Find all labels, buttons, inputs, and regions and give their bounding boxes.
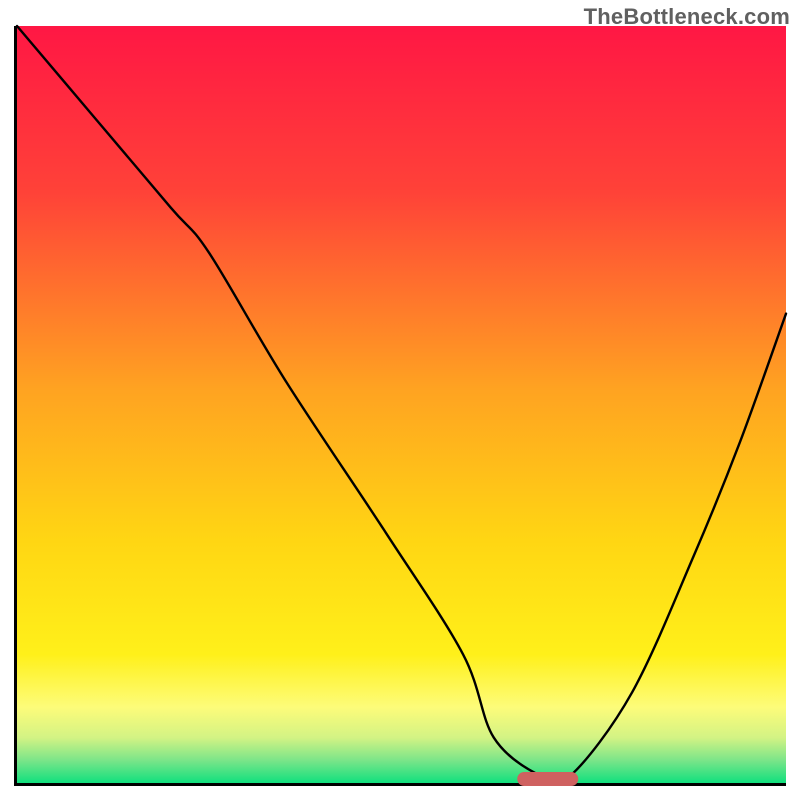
bottleneck-curve — [17, 26, 786, 783]
plot-area — [14, 26, 786, 786]
optimal-marker — [517, 772, 579, 786]
